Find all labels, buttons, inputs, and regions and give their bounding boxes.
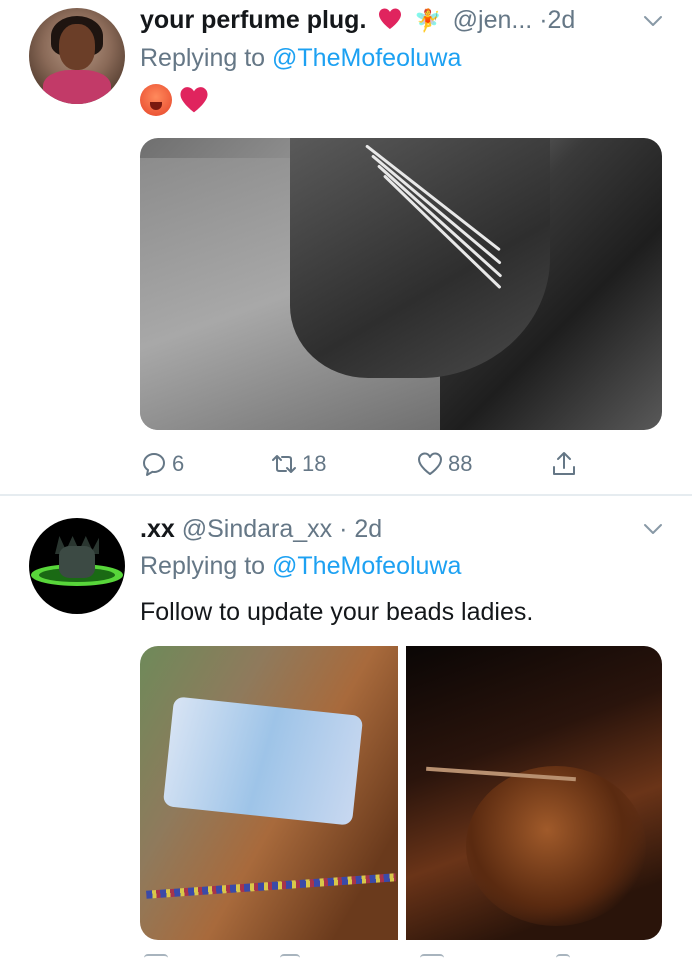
like-button[interactable]: 88 <box>416 448 472 480</box>
reply-button[interactable]: 6 <box>140 448 184 480</box>
replying-prefix: Replying to <box>140 44 273 72</box>
retweet-icon <box>272 455 296 473</box>
display-name[interactable]: your perfume plug. <box>140 6 366 34</box>
avatar[interactable] <box>29 518 125 614</box>
replying-to: Replying to @TheMofeoluwa <box>140 44 461 73</box>
display-name[interactable]: .xx <box>140 515 175 543</box>
timestamp[interactable]: 2d <box>354 515 382 543</box>
tweet-header: your perfume plug. 🧚 @jen... ·2d <box>140 6 575 35</box>
tweet-actions-cropped <box>140 948 600 960</box>
like-count: 88 <box>448 451 473 476</box>
heart-outline-icon[interactable] <box>420 954 444 958</box>
user-handle[interactable]: @Sindara_xx <box>182 515 332 543</box>
photo-waist-beads <box>146 873 396 899</box>
replying-to-link[interactable]: @TheMofeoluwa <box>272 552 461 580</box>
tweet-photo[interactable] <box>140 646 398 940</box>
timestamp[interactable]: 2d <box>548 6 576 34</box>
photo-lace-top <box>162 696 364 826</box>
fairy-emoji-icon: 🧚 <box>414 8 442 33</box>
avatar-body <box>43 70 111 104</box>
reply-icon <box>143 453 165 476</box>
replying-to: Replying to @TheMofeoluwa <box>140 552 461 581</box>
tweet-photo[interactable] <box>140 138 662 430</box>
share-icon <box>553 452 575 475</box>
chevron-down-icon[interactable] <box>642 10 664 32</box>
red-heart-emoji-icon <box>379 8 402 29</box>
tweet-text-emojis <box>140 84 210 118</box>
hot-face-emoji-icon <box>140 84 172 116</box>
reply-icon[interactable] <box>144 954 168 958</box>
photo-subject <box>290 138 550 378</box>
avatar[interactable] <box>29 8 125 104</box>
tweet-actions: 6 18 88 <box>140 448 600 480</box>
share-icon[interactable] <box>556 954 570 958</box>
avatar-head <box>59 546 95 578</box>
user-handle[interactable]: @jen... <box>453 6 533 34</box>
tweet-header: .xx @Sindara_xx · 2d <box>140 515 382 544</box>
retweet-count: 18 <box>302 451 327 476</box>
avatar-face <box>59 24 95 70</box>
retweet-button[interactable]: 18 <box>270 448 326 480</box>
photo-subject <box>466 766 646 926</box>
replying-to-link[interactable]: @TheMofeoluwa <box>272 44 461 72</box>
chevron-down-icon[interactable] <box>642 518 664 540</box>
separator-dot: · <box>539 6 548 34</box>
tweet-photo[interactable] <box>406 646 662 940</box>
red-heart-emoji-icon <box>180 87 208 113</box>
reply-count: 6 <box>172 451 185 476</box>
tweet-text: Follow to update your beads ladies. <box>140 598 534 626</box>
retweet-icon[interactable] <box>280 954 300 958</box>
replying-prefix: Replying to <box>140 552 273 580</box>
separator-dot: · <box>339 515 348 543</box>
share-button[interactable] <box>550 448 582 480</box>
heart-outline-icon <box>418 452 442 475</box>
